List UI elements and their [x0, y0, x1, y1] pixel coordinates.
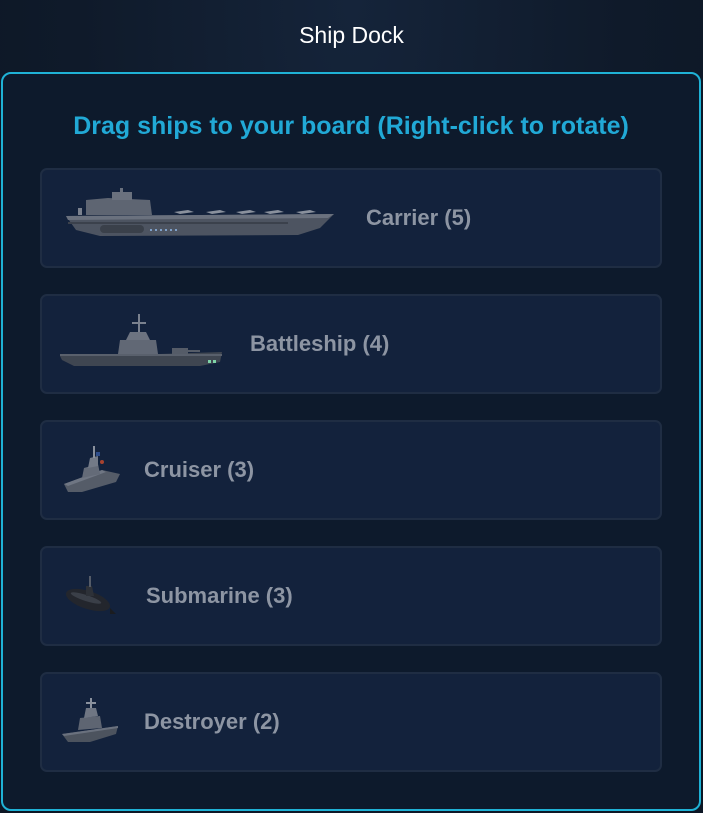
- ship-card-submarine[interactable]: Submarine (3): [40, 546, 662, 646]
- ship-label-battleship: Battleship (4): [250, 331, 390, 356]
- ship-card-battleship[interactable]: Battleship (4): [40, 294, 662, 394]
- ship-card-destroyer[interactable]: Destroyer (2): [40, 672, 662, 772]
- ship-label-cruiser: Cruiser (3): [144, 457, 255, 482]
- ship-label-destroyer: Destroyer (2): [144, 709, 280, 734]
- submarine-icon: [64, 572, 118, 620]
- ship-dock-window: Ship Dock Drag ships to your board (Righ…: [0, 0, 703, 813]
- destroyer-icon: [60, 696, 120, 748]
- window-title: Ship Dock: [299, 21, 404, 48]
- ship-card-carrier[interactable]: Carrier (5): [40, 168, 662, 268]
- ship-dock-panel: Drag ships to your board (Right-click to…: [1, 72, 701, 811]
- carrier-icon: [64, 188, 338, 248]
- cruiser-icon: [62, 444, 122, 496]
- ship-card-cruiser[interactable]: Cruiser (3): [40, 420, 662, 520]
- ship-label-carrier: Carrier (5): [366, 205, 472, 230]
- dock-instructions: Drag ships to your board (Right-click to…: [73, 112, 629, 140]
- battleship-icon: [60, 314, 224, 374]
- ship-list: Carrier (5) Battleship (4) Cruiser (3) S…: [40, 168, 662, 772]
- ship-label-submarine: Submarine (3): [146, 583, 293, 608]
